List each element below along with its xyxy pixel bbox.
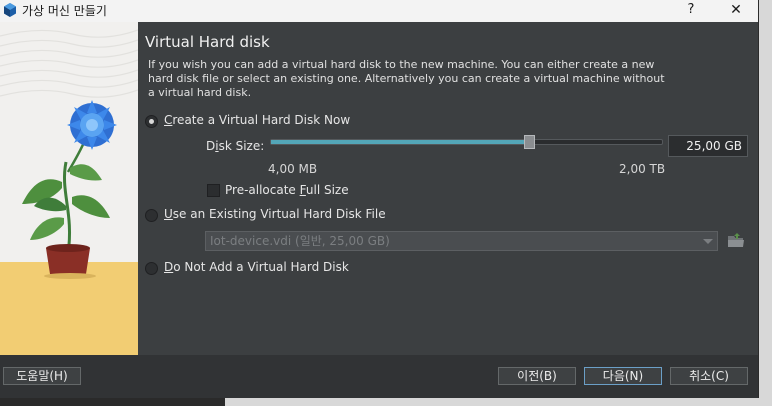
- disk-size-max-label: 2,00 TB: [619, 162, 666, 176]
- next-button[interactable]: 다음(N): [584, 367, 662, 385]
- disk-size-slider-fill: [271, 140, 529, 144]
- existing-disk-select[interactable]: Iot-device.vdi (일반, 25,00 GB): [205, 231, 718, 251]
- create-disk-now-radio[interactable]: [145, 115, 158, 128]
- title-bar: 가상 머신 만들기 ? ✕: [0, 0, 758, 22]
- existing-disk-value: Iot-device.vdi (일반, 25,00 GB): [210, 234, 390, 248]
- window-title: 가상 머신 만들기: [22, 4, 107, 18]
- disk-size-slider-handle[interactable]: [523, 135, 535, 149]
- page-heading: Virtual Hard disk: [145, 33, 270, 51]
- page-description: If you wish you can add a virtual hard d…: [148, 58, 665, 99]
- virtualbox-icon: [4, 3, 16, 17]
- guide-button[interactable]: 도움말(H): [3, 367, 81, 385]
- cancel-button[interactable]: 취소(C): [670, 367, 748, 385]
- create-vm-dialog: 가상 머신 만들기 ? ✕ Virtual Hard disk If you w…: [0, 0, 759, 398]
- back-button[interactable]: 이전(B): [498, 367, 576, 385]
- use-existing-disk-radio[interactable]: [145, 209, 158, 222]
- disk-size-field[interactable]: 25,00 GB: [668, 135, 748, 157]
- wizard-illustration: [0, 22, 138, 355]
- preallocate-checkbox[interactable]: [207, 184, 220, 197]
- button-bar: 도움말(H) 이전(B) 다음(N) 취소(C): [0, 355, 758, 398]
- folder-open-icon[interactable]: [727, 232, 745, 249]
- disk-size-label: Disk Size:: [206, 139, 265, 153]
- help-button[interactable]: ?: [680, 0, 702, 22]
- do-not-add-disk-radio[interactable]: [145, 262, 158, 275]
- disk-size-slider[interactable]: [270, 135, 663, 149]
- close-button[interactable]: ✕: [722, 0, 750, 22]
- chevron-down-icon: [703, 239, 713, 244]
- use-existing-disk-label: se an Existing Virtual Hard Disk File: [172, 207, 386, 221]
- do-not-add-disk-label: o Not Add a Virtual Hard Disk: [173, 260, 349, 274]
- background-taskbar-strip: [0, 398, 225, 406]
- create-disk-now-label: reate a Virtual Hard Disk Now: [172, 113, 351, 127]
- preallocate-label[interactable]: Pre-allocate Full Size: [225, 183, 349, 197]
- disk-size-min-label: 4,00 MB: [268, 162, 318, 176]
